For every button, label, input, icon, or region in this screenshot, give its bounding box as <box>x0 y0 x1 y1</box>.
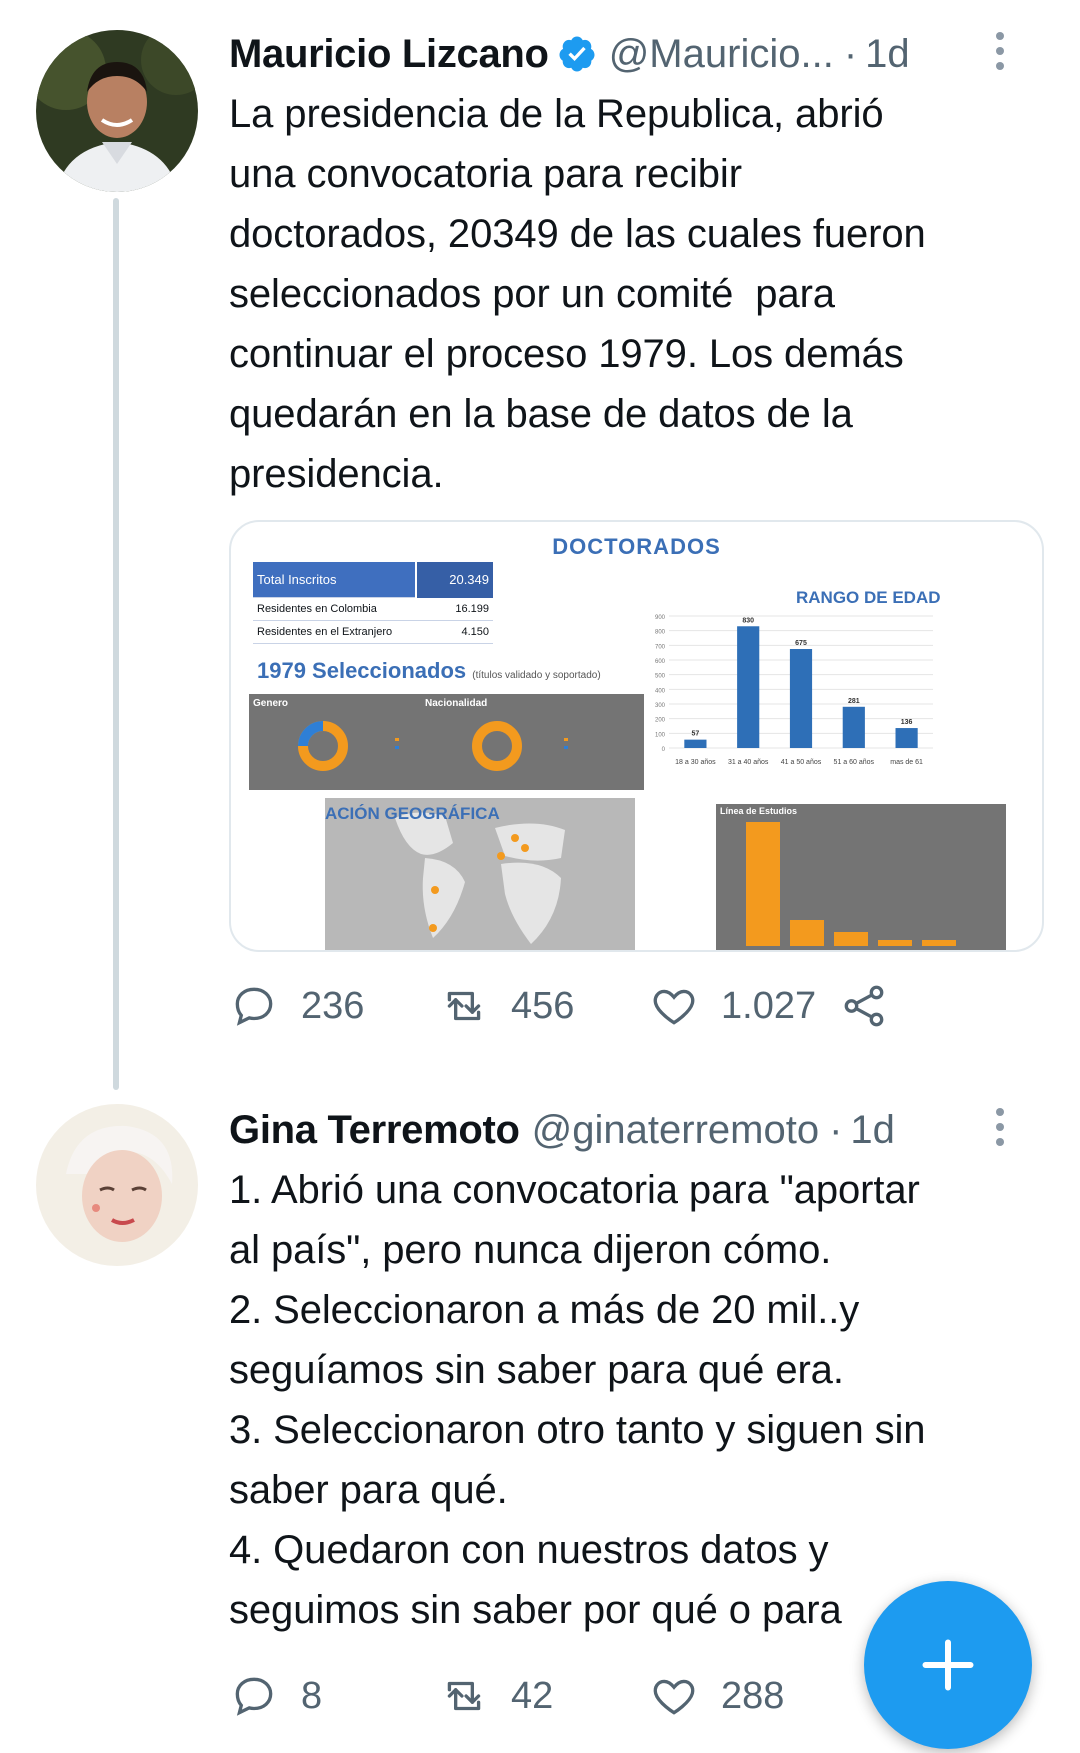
x-tick-label: 18 a 30 años <box>675 759 716 766</box>
like-button[interactable]: 1.027 <box>649 981 859 1031</box>
x-tick-label: 41 a 50 años <box>781 759 822 766</box>
like-count: 1.027 <box>721 984 817 1027</box>
y-tick-label: 700 <box>655 644 666 650</box>
retweet-count: 42 <box>511 1674 554 1717</box>
tweet-text: La presidencia de la Republica, abrió un… <box>229 92 926 496</box>
verified-badge-icon <box>559 36 595 72</box>
timestamp[interactable]: 1d <box>850 1108 895 1153</box>
plus-icon <box>922 1639 974 1691</box>
y-tick-label: 400 <box>655 688 666 694</box>
y-tick-label: 600 <box>655 659 666 665</box>
x-tick-label: 51 a 60 años <box>834 759 875 766</box>
reply-count: 236 <box>301 984 365 1027</box>
study-title: Línea de Estudios <box>720 806 798 816</box>
thread-connector <box>113 198 119 1090</box>
x-tick-label: 31 a 40 años <box>728 759 769 766</box>
data-label: 57 <box>692 731 700 738</box>
author-name[interactable]: Gina Terremoto <box>229 1108 520 1153</box>
heart-icon <box>653 1679 695 1715</box>
data-label: 675 <box>795 640 807 647</box>
reply-button[interactable]: 236 <box>229 981 439 1031</box>
tweet-header: Gina Terremoto @ginaterremoto · 1d <box>229 1100 1080 1160</box>
infographic-title: DOCTORADOS <box>552 534 721 559</box>
tweet-header: Mauricio Lizcano @Mauricio... · 1d <box>229 24 1080 84</box>
gender-nationality-panel: Genero Nacionalidad <box>249 694 644 790</box>
age-chart-title: RANGO DE EDAD <box>796 588 941 607</box>
y-tick-label: 500 <box>655 674 666 680</box>
tweet-1[interactable]: Mauricio Lizcano @Mauricio... · 1d La pr… <box>0 0 1080 1090</box>
timestamp[interactable]: 1d <box>865 32 910 77</box>
separator-dot: · <box>829 1107 843 1152</box>
retweet-icon <box>447 991 481 1021</box>
share-icon <box>844 985 884 1027</box>
tweet-actions: 8 42 288 <box>229 1666 929 1726</box>
reply-count: 8 <box>301 1674 323 1717</box>
table-cell: 4.150 <box>461 626 489 638</box>
retweet-icon <box>447 1681 481 1711</box>
table-head-value: 20.349 <box>415 561 493 598</box>
data-label: 830 <box>742 617 754 624</box>
selected-count: 1979 Seleccionados <box>257 658 467 683</box>
avatar-photo <box>36 30 198 192</box>
table-cell: 16.199 <box>455 603 489 615</box>
table-cell: Residentes en Colombia <box>257 603 377 615</box>
bar <box>684 739 707 748</box>
reply-icon <box>235 987 273 1026</box>
y-tick-label: 100 <box>655 732 666 738</box>
reply-button[interactable]: 8 <box>229 1671 439 1721</box>
table-cell: Residentes en el Extranjero <box>257 626 393 638</box>
bar <box>789 649 813 748</box>
avatar[interactable] <box>36 1104 198 1266</box>
like-count: 288 <box>721 1674 785 1717</box>
author-name[interactable]: Mauricio Lizcano <box>229 32 549 77</box>
like-button[interactable]: 288 <box>649 1671 859 1721</box>
selected-heading: 1979 Seleccionados (títulos validado y s… <box>257 658 601 684</box>
study-lines-panel: Línea de Estudios <box>716 804 1006 950</box>
heart-icon <box>653 989 695 1025</box>
retweet-button[interactable]: 456 <box>439 981 649 1031</box>
retweet-count: 456 <box>511 984 575 1027</box>
tweet-text: 1. Abrió una convocatoria para "aportar … <box>229 1168 926 1632</box>
selected-note: (títulos validado y soportado) <box>472 670 601 681</box>
table-row: Residentes en el Extranjero 4.150 <box>253 621 493 644</box>
more-options-icon[interactable] <box>994 1108 1006 1146</box>
table-row: Residentes en Colombia 16.199 <box>253 598 493 621</box>
age-bar-chart: 0 100 200 300 400 500 600 700 800 900 57 18 a 30 añ… <box>655 615 933 766</box>
author-handle[interactable]: @Mauricio... <box>609 32 834 77</box>
bar <box>737 626 760 748</box>
more-options-icon[interactable] <box>994 32 1006 70</box>
registration-table: Total Inscritos 20.349 Residentes en Col… <box>253 561 493 644</box>
y-tick-label: 300 <box>655 703 666 709</box>
bar <box>895 728 918 748</box>
reply-icon <box>235 1677 273 1716</box>
y-tick-label: 800 <box>655 630 666 636</box>
donut-charts <box>298 721 568 771</box>
y-tick-label: 0 <box>662 747 666 753</box>
y-tick-label: 900 <box>655 615 666 621</box>
share-button[interactable] <box>839 981 889 1031</box>
author-handle[interactable]: @ginaterremoto <box>532 1108 819 1153</box>
table-head-label: Total Inscritos <box>257 572 337 587</box>
y-tick-label: 200 <box>655 718 666 724</box>
avatar-photo <box>36 1104 198 1266</box>
x-tick-label: mas de 61 <box>890 759 923 766</box>
separator-dot: · <box>843 31 858 76</box>
bar <box>842 706 865 748</box>
tweet-media-image[interactable]: DOCTORADOS Total Inscritos 20.349 Reside… <box>229 520 1044 952</box>
tweet-actions: 236 456 1.027 <box>229 976 929 1036</box>
retweet-button[interactable]: 42 <box>439 1671 649 1721</box>
data-label: 281 <box>848 698 860 705</box>
data-label: 136 <box>901 719 913 726</box>
study-bar-chart <box>746 822 956 946</box>
compose-tweet-button[interactable] <box>864 1581 1032 1749</box>
avatar[interactable] <box>36 30 198 192</box>
map-title: ACIÓN GEOGRÁFICA <box>325 804 500 823</box>
